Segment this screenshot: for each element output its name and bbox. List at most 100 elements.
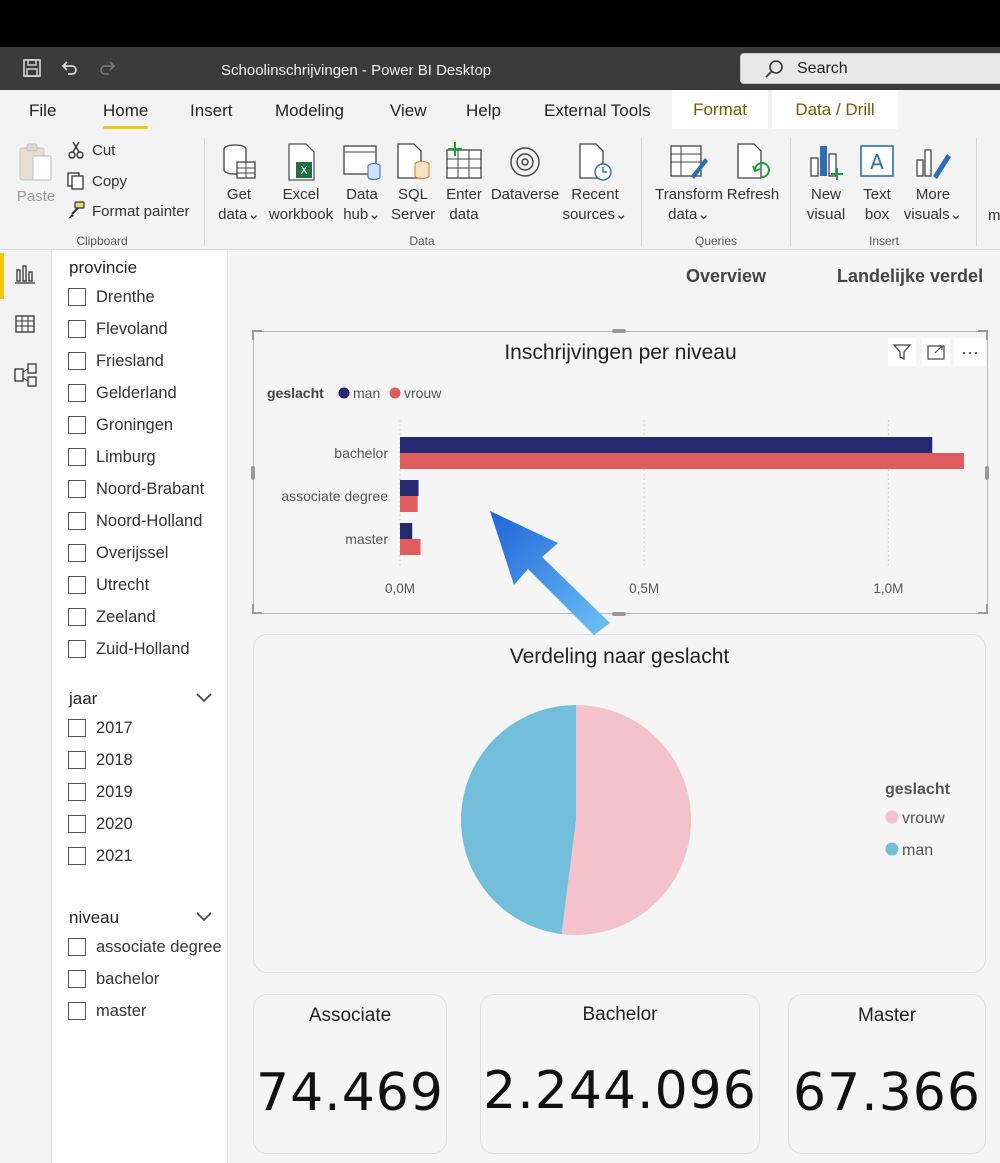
new-visual-button[interactable]: New visual (804, 142, 848, 225)
checkbox[interactable] (68, 384, 86, 402)
slicer-item[interactable]: associate degree (68, 936, 222, 958)
slicer-item[interactable]: bachelor (68, 968, 159, 990)
recent-sources-button[interactable]: Recent sources⌄ (562, 142, 628, 225)
slicer-item[interactable]: Utrecht (68, 574, 149, 596)
page-nav-overview[interactable]: Overview (686, 266, 766, 287)
kpi-card-bachelor[interactable]: Bachelor 2.244.096 (480, 994, 760, 1154)
slicer-item[interactable]: Limburg (68, 446, 156, 468)
slicer-item[interactable]: Zeeland (68, 606, 156, 628)
slicer-item[interactable]: Noord-Brabant (68, 478, 204, 500)
paste-button[interactable]: Paste (14, 142, 58, 207)
checkbox[interactable] (68, 352, 86, 370)
format-painter-button[interactable]: Format painter (66, 201, 190, 221)
resize-handle[interactable] (251, 466, 255, 480)
tab-data-drill[interactable]: Data / Drill (772, 90, 898, 129)
resize-handle[interactable] (986, 330, 988, 340)
slicer-item[interactable]: 2021 (68, 845, 133, 867)
tab-insert[interactable]: Insert (190, 101, 233, 121)
slicer-item[interactable]: Gelderland (68, 382, 177, 404)
tab-format[interactable]: Format (672, 90, 768, 129)
checkbox[interactable] (68, 640, 86, 658)
copy-button[interactable]: Copy (66, 171, 127, 191)
search-input[interactable]: Search (740, 53, 1000, 84)
slicer-item[interactable]: 2018 (68, 749, 133, 771)
slicer-item[interactable]: Groningen (68, 414, 173, 436)
slicer-item[interactable]: Zuid-Holland (68, 638, 190, 660)
tab-modeling[interactable]: Modeling (275, 101, 344, 121)
checkbox[interactable] (68, 970, 86, 988)
page-nav-landelijk[interactable]: Landelijke verdel (837, 266, 1000, 287)
bar-man-bachelor (400, 437, 933, 453)
copy-icon (67, 172, 84, 190)
chevron-down-icon[interactable] (195, 910, 213, 924)
table-view-icon[interactable] (14, 313, 38, 337)
slicer-item[interactable]: master (68, 1000, 146, 1022)
checkbox[interactable] (68, 608, 86, 626)
copy-label: Copy (92, 172, 128, 190)
legend-marker (338, 387, 350, 399)
report-view-icon[interactable] (14, 263, 38, 287)
resize-handle[interactable] (252, 330, 254, 340)
checkbox[interactable] (68, 448, 86, 466)
checkbox[interactable] (68, 847, 86, 865)
resize-handle[interactable] (252, 604, 254, 614)
slicer-item[interactable]: Friesland (68, 350, 164, 372)
slicer-item[interactable]: Flevoland (68, 318, 168, 340)
checkbox[interactable] (68, 1002, 86, 1020)
more-visuals-button[interactable]: More visuals⌄ (902, 142, 964, 225)
pie-chart-visual[interactable]: Verdeling naar geslacht geslacht vrouw man (253, 634, 986, 973)
checkbox[interactable] (68, 719, 86, 737)
checkbox[interactable] (68, 480, 86, 498)
tab-external-tools[interactable]: External Tools (544, 101, 650, 121)
kpi-card-associate[interactable]: Associate 74.469 (253, 994, 447, 1154)
enter-data-button[interactable]: Enter data (443, 142, 485, 225)
legend-label: vrouw (902, 810, 945, 827)
checkbox[interactable] (68, 576, 86, 594)
chevron-down-icon[interactable] (195, 691, 213, 705)
checkbox[interactable] (68, 938, 86, 956)
card-title: Bachelor (582, 1004, 658, 1025)
checkbox[interactable] (68, 416, 86, 434)
queries-group-label: Queries (694, 234, 738, 248)
refresh-button[interactable]: Refresh (726, 142, 780, 205)
undo-icon[interactable] (57, 56, 81, 80)
text-box-button[interactable]: A Text box (855, 142, 899, 225)
dataverse-icon (510, 147, 540, 177)
cut-button[interactable]: Cut (66, 140, 115, 160)
kpi-card-master[interactable]: Master 67.366 (788, 994, 986, 1154)
resize-handle[interactable] (612, 329, 626, 333)
slicer-item[interactable]: Drenthe (68, 286, 155, 308)
checkbox[interactable] (68, 288, 86, 306)
tab-home[interactable]: Home (103, 101, 149, 129)
sql-server-button[interactable]: SQL Server (391, 142, 435, 225)
checkbox[interactable] (68, 783, 86, 801)
excel-workbook-button[interactable]: X Excel workbook (266, 142, 336, 225)
resize-handle[interactable] (986, 604, 988, 614)
checkbox[interactable] (68, 512, 86, 530)
paste-label: Paste (16, 188, 56, 205)
checkbox[interactable] (68, 815, 86, 833)
tab-help[interactable]: Help (466, 101, 501, 121)
tab-file[interactable]: File (29, 101, 56, 121)
data-hub-button[interactable]: Data hub⌄ (340, 142, 384, 225)
checkbox[interactable] (68, 544, 86, 562)
slicer-item[interactable]: Noord-Holland (68, 510, 202, 532)
get-data-button[interactable]: Get data⌄ (215, 142, 263, 225)
save-icon[interactable] (20, 56, 44, 80)
cut-label: Cut (92, 141, 116, 159)
cut-off-ribbon-item[interactable]: m (988, 206, 1000, 226)
redo-icon[interactable] (96, 56, 120, 80)
checkbox[interactable] (68, 751, 86, 769)
slicer-item[interactable]: 2017 (68, 717, 133, 739)
tab-view[interactable]: View (390, 101, 427, 121)
database-table-icon (223, 144, 256, 179)
slicer-item[interactable]: Overijssel (68, 542, 168, 564)
checkbox[interactable] (68, 320, 86, 338)
transform-data-button[interactable]: Transform data⌄ (652, 142, 726, 225)
text-box-label-2: box (864, 206, 890, 223)
slicer-item[interactable]: 2020 (68, 813, 133, 835)
slicer-item[interactable]: 2019 (68, 781, 133, 803)
dataverse-button[interactable]: Dataverse (490, 142, 560, 205)
model-view-icon[interactable] (14, 363, 38, 387)
resize-handle[interactable] (985, 466, 989, 480)
